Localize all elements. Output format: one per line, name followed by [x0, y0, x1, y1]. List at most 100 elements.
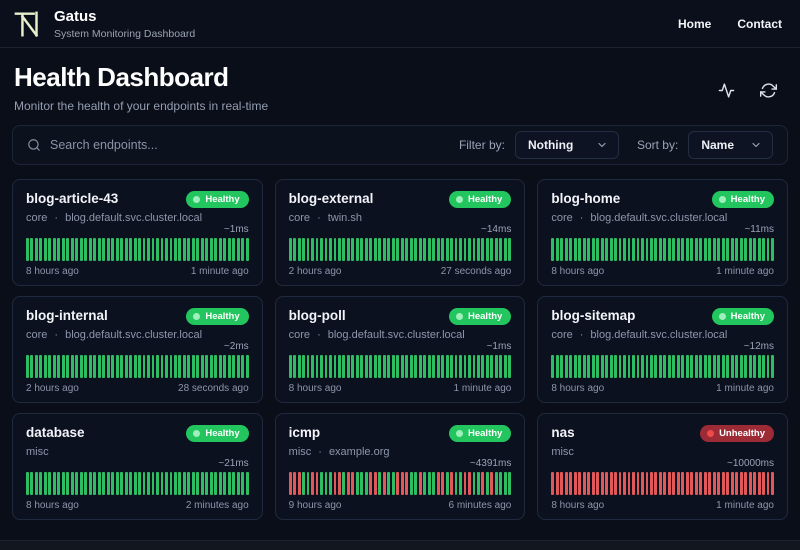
uptime-bar-success[interactable] [70, 472, 74, 495]
uptime-bar-success[interactable] [681, 355, 685, 378]
uptime-bar-success[interactable] [182, 238, 186, 261]
uptime-bar-success[interactable] [450, 355, 453, 378]
uptime-bar-failure[interactable] [333, 472, 337, 495]
uptime-bar-failure[interactable] [564, 472, 568, 495]
uptime-bar-success[interactable] [218, 238, 222, 261]
uptime-bar-success[interactable] [503, 472, 507, 495]
uptime-bar-success[interactable] [102, 355, 106, 378]
uptime-bar-success[interactable] [560, 355, 564, 378]
uptime-bar-success[interactable] [165, 238, 168, 261]
uptime-bar-success[interactable] [191, 472, 195, 495]
uptime-bar-success[interactable] [142, 238, 146, 261]
uptime-bar-success[interactable] [97, 355, 101, 378]
uptime-bar-success[interactable] [88, 238, 92, 261]
endpoint-card[interactable]: nas Unhealthy misc ~10000ms 8 hours ago … [537, 413, 788, 520]
uptime-bar-success[interactable] [432, 355, 436, 378]
uptime-bar-success[interactable] [165, 355, 168, 378]
uptime-bar-success[interactable] [445, 355, 449, 378]
uptime-bar-failure[interactable] [450, 472, 453, 495]
uptime-bar-success[interactable] [427, 238, 431, 261]
uptime-bar-success[interactable] [685, 355, 689, 378]
uptime-bar-failure[interactable] [351, 472, 355, 495]
uptime-bar-success[interactable] [288, 355, 292, 378]
uptime-bar-failure[interactable] [658, 472, 662, 495]
uptime-bar-success[interactable] [129, 238, 133, 261]
uptime-bar-success[interactable] [52, 472, 56, 495]
uptime-bar-success[interactable] [551, 238, 555, 261]
uptime-bar-success[interactable] [735, 355, 739, 378]
uptime-bar-success[interactable] [156, 238, 159, 261]
uptime-bar-success[interactable] [214, 238, 218, 261]
uptime-bar-success[interactable] [124, 355, 128, 378]
uptime-bar-success[interactable] [93, 238, 97, 261]
uptime-bar-failure[interactable] [676, 472, 680, 495]
uptime-bar-success[interactable] [160, 238, 164, 261]
uptime-bar-success[interactable] [468, 355, 471, 378]
uptime-bar-success[interactable] [102, 238, 106, 261]
uptime-bar-success[interactable] [151, 472, 155, 495]
uptime-bar-failure[interactable] [627, 472, 631, 495]
uptime-bar-failure[interactable] [400, 472, 404, 495]
uptime-bar-success[interactable] [578, 238, 582, 261]
uptime-bar-failure[interactable] [382, 472, 386, 495]
uptime-bar-success[interactable] [57, 472, 61, 495]
uptime-bar-success[interactable] [297, 355, 301, 378]
uptime-bar-success[interactable] [596, 238, 600, 261]
uptime-bar-success[interactable] [627, 238, 631, 261]
uptime-bar-failure[interactable] [667, 472, 671, 495]
uptime-bar-success[interactable] [636, 238, 640, 261]
uptime-bar-success[interactable] [223, 472, 227, 495]
uptime-bar-success[interactable] [753, 355, 757, 378]
uptime-bar-success[interactable] [717, 355, 721, 378]
uptime-bar-failure[interactable] [609, 472, 613, 495]
uptime-bar-success[interactable] [667, 355, 671, 378]
uptime-bar-success[interactable] [508, 472, 512, 495]
uptime-bar-success[interactable] [694, 355, 698, 378]
uptime-bar-success[interactable] [75, 472, 79, 495]
uptime-bar-success[interactable] [454, 472, 458, 495]
uptime-bar-success[interactable] [218, 472, 222, 495]
uptime-bar-success[interactable] [142, 355, 146, 378]
uptime-bar-failure[interactable] [573, 472, 577, 495]
uptime-bar-success[interactable] [57, 355, 61, 378]
uptime-bar-success[interactable] [364, 472, 368, 495]
uptime-bar-success[interactable] [672, 238, 676, 261]
uptime-bar-success[interactable] [355, 472, 359, 495]
uptime-bar-success[interactable] [762, 238, 765, 261]
uptime-bar-success[interactable] [387, 238, 391, 261]
uptime-bar-success[interactable] [66, 472, 70, 495]
uptime-bar-success[interactable] [690, 355, 694, 378]
endpoint-card[interactable]: icmp Healthy misc · example.org ~4391ms … [274, 413, 526, 520]
uptime-bar-success[interactable] [676, 355, 680, 378]
uptime-bar-success[interactable] [84, 355, 88, 378]
uptime-bar-success[interactable] [564, 355, 568, 378]
uptime-bar-success[interactable] [503, 355, 507, 378]
uptime-bar-success[interactable] [753, 238, 757, 261]
uptime-bar-success[interactable] [320, 355, 323, 378]
uptime-bar-success[interactable] [138, 238, 141, 261]
uptime-bar-success[interactable] [400, 238, 404, 261]
uptime-bar-success[interactable] [200, 238, 204, 261]
uptime-bar-success[interactable] [306, 355, 310, 378]
uptime-bar-success[interactable] [138, 472, 141, 495]
uptime-bar-failure[interactable] [373, 472, 377, 495]
uptime-bar-success[interactable] [236, 238, 240, 261]
uptime-bar-success[interactable] [405, 355, 409, 378]
uptime-bar-failure[interactable] [726, 472, 730, 495]
uptime-bar-success[interactable] [681, 238, 685, 261]
uptime-bar-success[interactable] [34, 238, 38, 261]
uptime-bar-success[interactable] [472, 355, 476, 378]
uptime-bar-success[interactable] [79, 472, 83, 495]
uptime-bar-success[interactable] [672, 355, 676, 378]
uptime-bar-success[interactable] [205, 355, 209, 378]
uptime-bar-success[interactable] [654, 238, 658, 261]
uptime-bar-success[interactable] [726, 355, 730, 378]
uptime-bar-failure[interactable] [337, 472, 341, 495]
uptime-bar-success[interactable] [187, 238, 191, 261]
uptime-bar-success[interactable] [423, 238, 427, 261]
uptime-bar-success[interactable] [436, 355, 440, 378]
uptime-bar-success[interactable] [605, 238, 609, 261]
uptime-bar-success[interactable] [748, 355, 752, 378]
uptime-bar-success[interactable] [636, 355, 640, 378]
uptime-bar-success[interactable] [306, 238, 310, 261]
